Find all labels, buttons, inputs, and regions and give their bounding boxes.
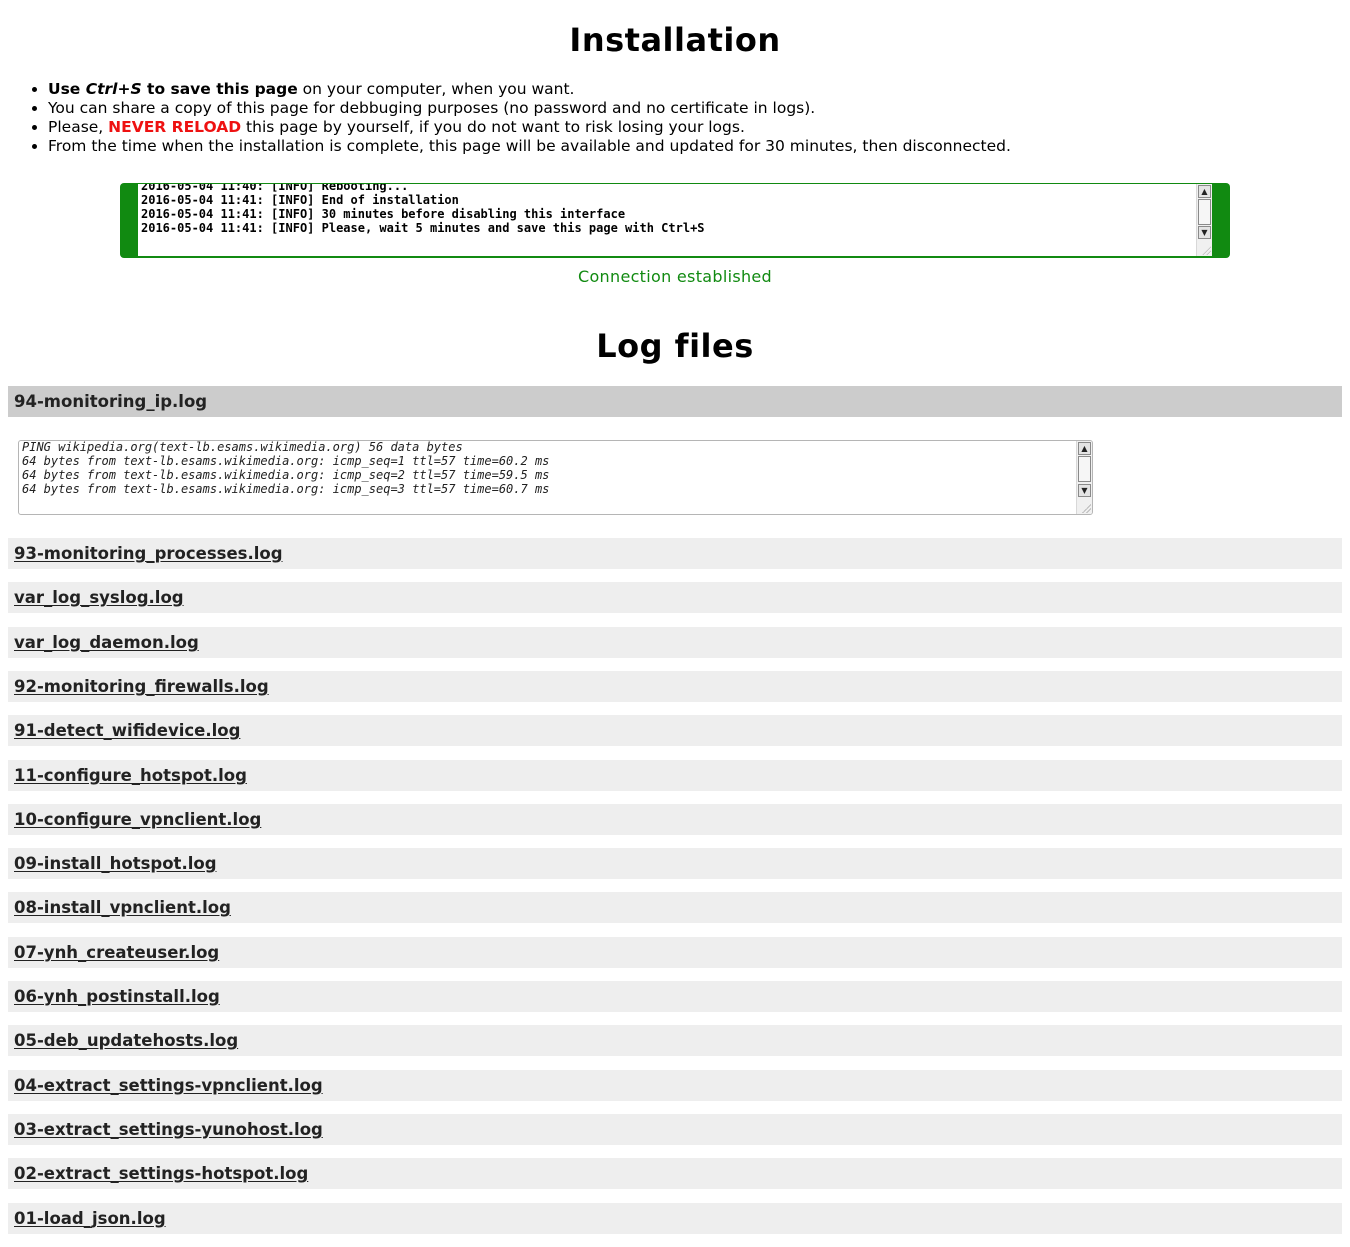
note-reload: Please, NEVER RELOAD this page by yourse… (48, 118, 1011, 137)
log-link[interactable]: 92-monitoring_firewalls.log (14, 677, 269, 696)
console-output: 2016-05-04 11:40: [INFO] Rebooting... 20… (141, 184, 705, 235)
install-page: Installation Use Ctrl+S to save this pag… (0, 0, 1350, 1247)
log-header[interactable]: var_log_daemon.log (8, 627, 1342, 658)
note-save: Use Ctrl+S to save this page on your com… (48, 80, 1011, 99)
log-output: PING wikipedia.org(text-lb.esams.wikimed… (22, 440, 550, 496)
log-link[interactable]: 07-ynh_createuser.log (14, 943, 219, 962)
log-header[interactable]: var_log_syslog.log (8, 582, 1342, 613)
log-header[interactable]: 03-extract_settings-yunohost.log (8, 1114, 1342, 1145)
note-availability: From the time when the installation is c… (48, 137, 1011, 156)
scroll-up-icon[interactable]: ▲ (1198, 185, 1211, 198)
log-link[interactable]: 08-install_vpnclient.log (14, 898, 231, 917)
log-link[interactable]: 04-extract_settings-vpnclient.log (14, 1076, 323, 1095)
log-link[interactable]: 02-extract_settings-hotspot.log (14, 1164, 308, 1183)
log-header[interactable]: 91-detect_wifidevice.log (8, 715, 1342, 746)
page-title: Installation (569, 21, 781, 59)
log-header-active[interactable]: 94-monitoring_ip.log (8, 386, 1342, 417)
scroll-thumb[interactable] (1078, 456, 1091, 482)
connection-status: Connection established (578, 267, 772, 286)
log-link[interactable]: 06-ynh_postinstall.log (14, 987, 220, 1006)
log-files-title: Log files (596, 327, 754, 365)
resize-grip-icon[interactable] (1081, 503, 1091, 513)
log-link[interactable]: 93-monitoring_processes.log (14, 544, 283, 563)
log-header[interactable]: 11-configure_hotspot.log (8, 760, 1342, 791)
resize-grip-icon[interactable] (1201, 245, 1211, 255)
log-link[interactable]: var_log_daemon.log (14, 633, 199, 652)
log-header[interactable]: 01-load_json.log (8, 1203, 1342, 1234)
scroll-down-icon[interactable]: ▼ (1198, 226, 1211, 239)
note-share: You can share a copy of this page for de… (48, 99, 1011, 118)
log-link-active[interactable]: 94-monitoring_ip.log (14, 392, 207, 411)
scroll-down-icon[interactable]: ▼ (1078, 484, 1091, 497)
log-header[interactable]: 04-extract_settings-vpnclient.log (8, 1070, 1342, 1101)
log-link[interactable]: 91-detect_wifidevice.log (14, 721, 240, 740)
log-link[interactable]: 10-configure_vpnclient.log (14, 810, 261, 829)
log-link[interactable]: 05-deb_updatehosts.log (14, 1031, 238, 1050)
log-link[interactable]: 01-load_json.log (14, 1209, 166, 1228)
install-console[interactable]: 2016-05-04 11:40: [INFO] Rebooting... 20… (138, 184, 1212, 256)
log-header[interactable]: 92-monitoring_firewalls.log (8, 671, 1342, 702)
scroll-thumb[interactable] (1198, 199, 1211, 225)
warning-text: NEVER RELOAD (108, 118, 242, 136)
scroll-up-icon[interactable]: ▲ (1078, 442, 1091, 455)
shortcut-key: Ctrl+S (85, 80, 142, 98)
log-header[interactable]: 93-monitoring_processes.log (8, 538, 1342, 569)
log-header[interactable]: 08-install_vpnclient.log (8, 892, 1342, 923)
log-header[interactable]: 02-extract_settings-hotspot.log (8, 1158, 1342, 1189)
log-link[interactable]: 11-configure_hotspot.log (14, 766, 247, 785)
log-header[interactable]: 06-ynh_postinstall.log (8, 981, 1342, 1012)
log-link[interactable]: var_log_syslog.log (14, 588, 184, 607)
instructions-list: Use Ctrl+S to save this page on your com… (0, 80, 1011, 156)
log-header[interactable]: 10-configure_vpnclient.log (8, 804, 1342, 835)
log-header[interactable]: 05-deb_updatehosts.log (8, 1025, 1342, 1056)
install-console-frame: 2016-05-04 11:40: [INFO] Rebooting... 20… (120, 183, 1230, 258)
log-link[interactable]: 03-extract_settings-yunohost.log (14, 1120, 323, 1139)
log-header[interactable]: 09-install_hotspot.log (8, 848, 1342, 879)
log-header[interactable]: 07-ynh_createuser.log (8, 937, 1342, 968)
active-log-output[interactable]: PING wikipedia.org(text-lb.esams.wikimed… (18, 440, 1093, 515)
log-link[interactable]: 09-install_hotspot.log (14, 854, 217, 873)
